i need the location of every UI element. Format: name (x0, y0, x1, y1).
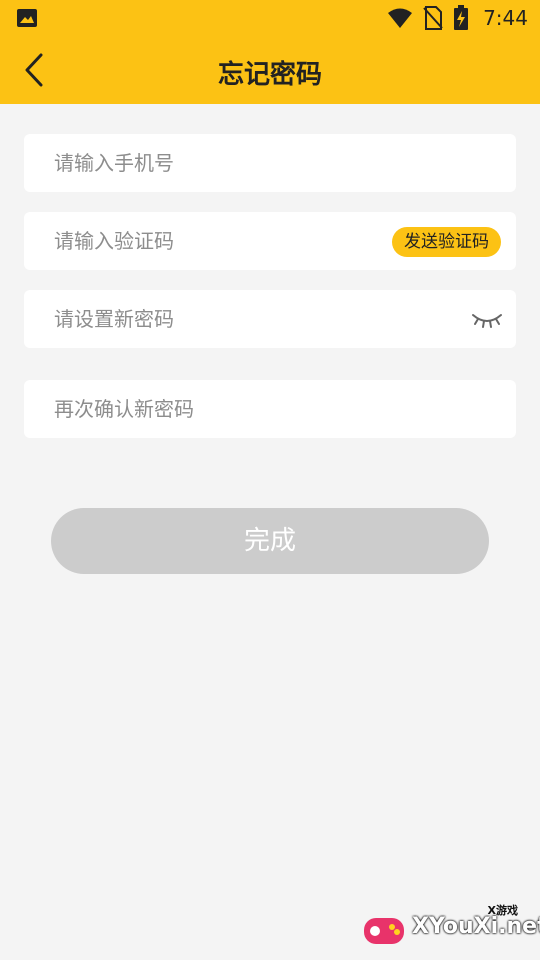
new-password-input[interactable] (54, 290, 394, 348)
phone-input[interactable] (54, 134, 394, 192)
new-password-field (24, 290, 516, 348)
status-time: 7:44 (483, 6, 528, 30)
eye-closed-icon[interactable] (470, 306, 504, 332)
confirm-password-input[interactable] (54, 380, 394, 438)
battery-charging-icon (454, 5, 469, 30)
page-title: 忘记密码 (217, 60, 322, 90)
image-icon (17, 9, 37, 27)
verification-code-input[interactable] (54, 212, 394, 270)
watermark-site-text: XYouXi.net (412, 914, 540, 939)
send-code-button[interactable]: 发送验证码 (392, 227, 501, 257)
wifi-icon (388, 8, 413, 28)
status-bar: 7:44 (0, 0, 540, 36)
status-icons: 7:44 (387, 5, 528, 31)
gamepad-logo-icon (364, 918, 404, 944)
no-sim-icon (423, 6, 443, 30)
code-field: 发送验证码 (24, 212, 516, 270)
app-header: 7:44 忘记密码 (0, 0, 540, 104)
confirm-password-field (24, 380, 516, 438)
submit-button[interactable]: 完成 (51, 508, 489, 574)
phone-field (24, 134, 516, 192)
watermark: X游戏 XYouXi.net (362, 902, 540, 952)
nav-bar: 忘记密码 (0, 36, 540, 104)
